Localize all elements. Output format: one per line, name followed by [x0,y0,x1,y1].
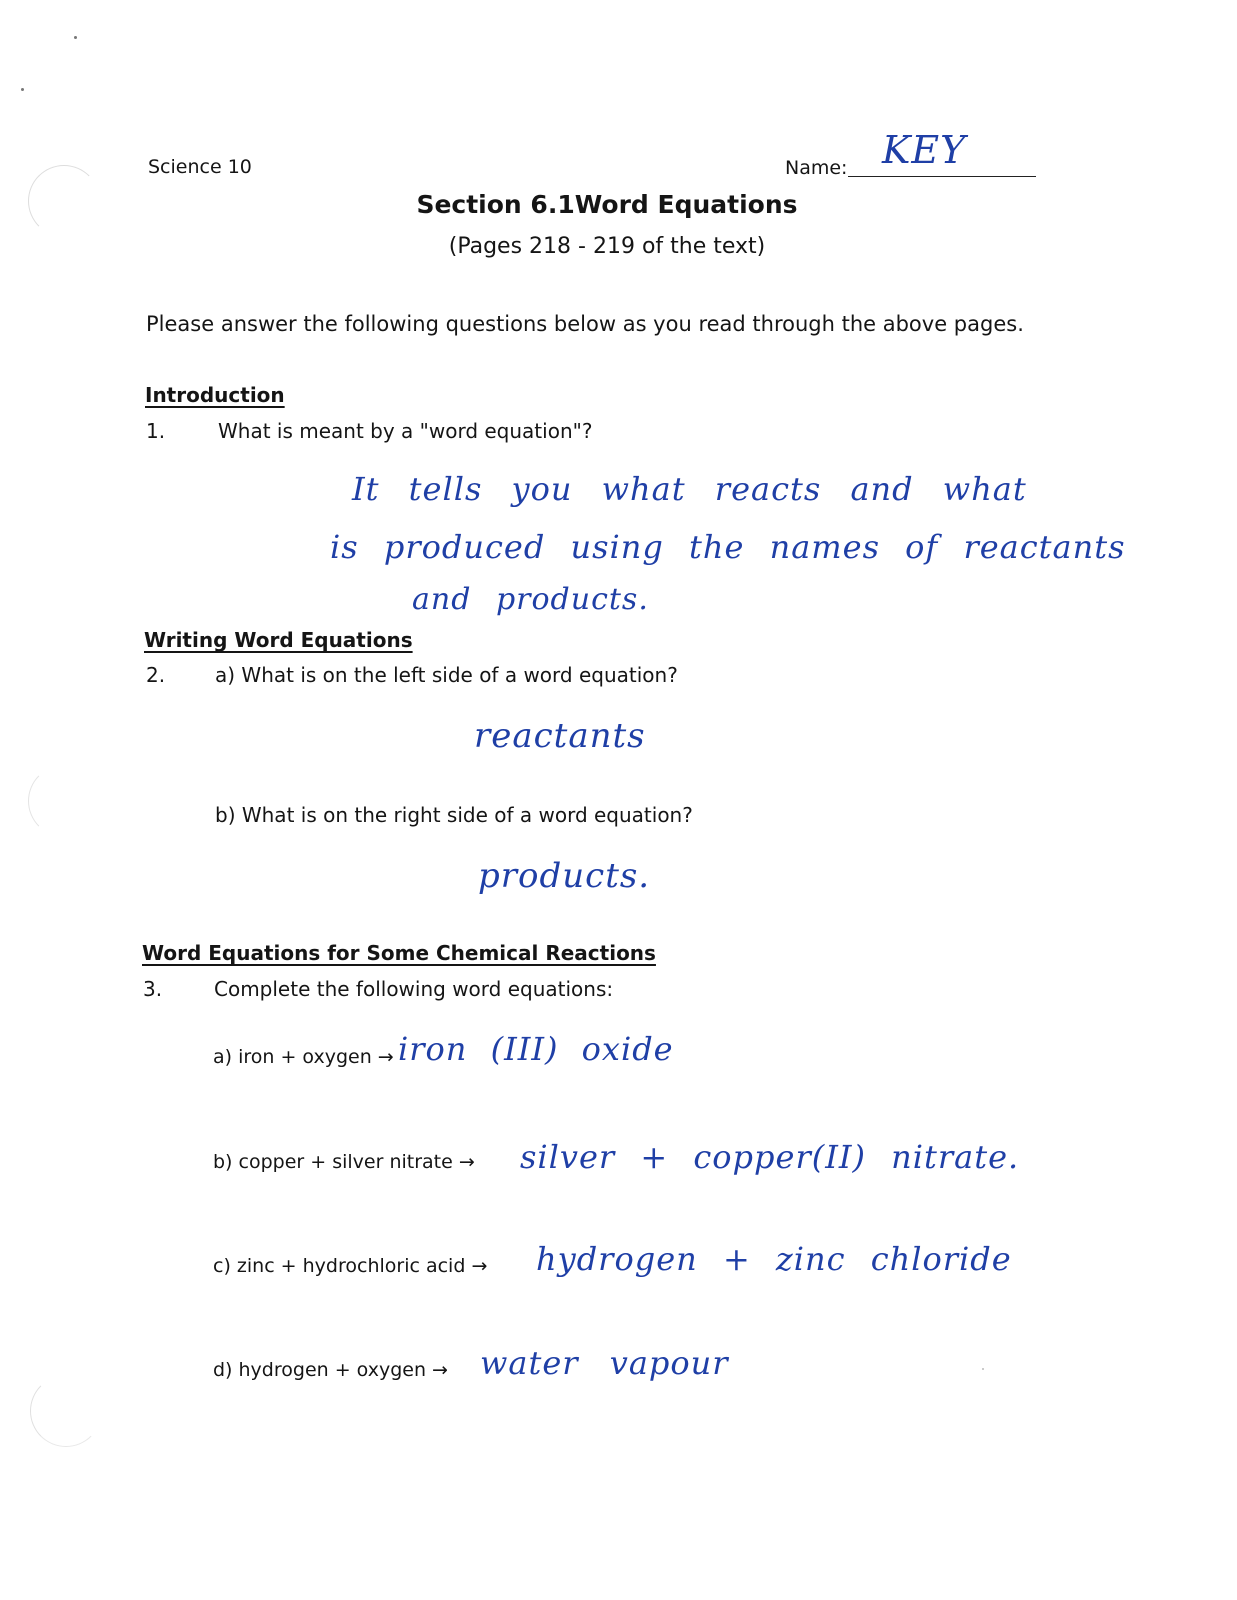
handwritten-answer: water vapour [480,1344,729,1382]
name-label: Name: [785,157,848,179]
question-number: 2. [146,663,166,687]
equation-prompt: b) copper + silver nitrate → [213,1151,475,1173]
question-text: a) What is on the left side of a word eq… [215,663,678,687]
section-heading-writing-word-equations: Writing Word Equations [144,628,413,652]
name-field-line[interactable] [848,176,1036,177]
scan-speck [74,36,77,39]
scan-speck [21,88,24,91]
handwritten-answer: reactants [474,716,646,756]
handwritten-answer: iron (III) oxide [398,1030,674,1068]
page-title: Section 6.1Word Equations [416,190,798,219]
punch-hole-mark [28,765,100,837]
question-text: What is meant by a "word equation"? [218,419,593,443]
handwritten-answer: silver + copper(II) nitrate. [520,1138,1020,1176]
question-number: 1. [146,419,166,443]
section-heading-chemical-reactions: Word Equations for Some Chemical Reactio… [142,941,656,965]
handwritten-answer-line: and products. [412,582,649,617]
handwritten-answer-line: It tells you what reacts and what [352,470,1027,508]
question-text: b) What is on the right side of a word e… [215,803,693,827]
course-label: Science 10 [148,156,252,178]
handwritten-answer: products. [478,856,651,896]
punch-hole-mark [30,1375,102,1447]
handwritten-answer-line: is produced using the names of reactants [330,528,1126,566]
section-heading-introduction: Introduction [145,383,285,407]
name-value: KEY [882,128,967,172]
equation-prompt: c) zinc + hydrochloric acid → [213,1255,488,1277]
equation-prompt: d) hydrogen + oxygen → [213,1359,448,1381]
scan-speck [982,1368,984,1370]
equation-prompt: a) iron + oxygen → [213,1046,394,1068]
page-subtitle: (Pages 218 - 219 of the text) [448,234,766,259]
instructions: Please answer the following questions be… [146,312,1024,336]
handwritten-answer: hydrogen + zinc chloride [536,1240,1012,1278]
question-text: Complete the following word equations: [214,977,614,1001]
question-number: 3. [143,977,163,1001]
